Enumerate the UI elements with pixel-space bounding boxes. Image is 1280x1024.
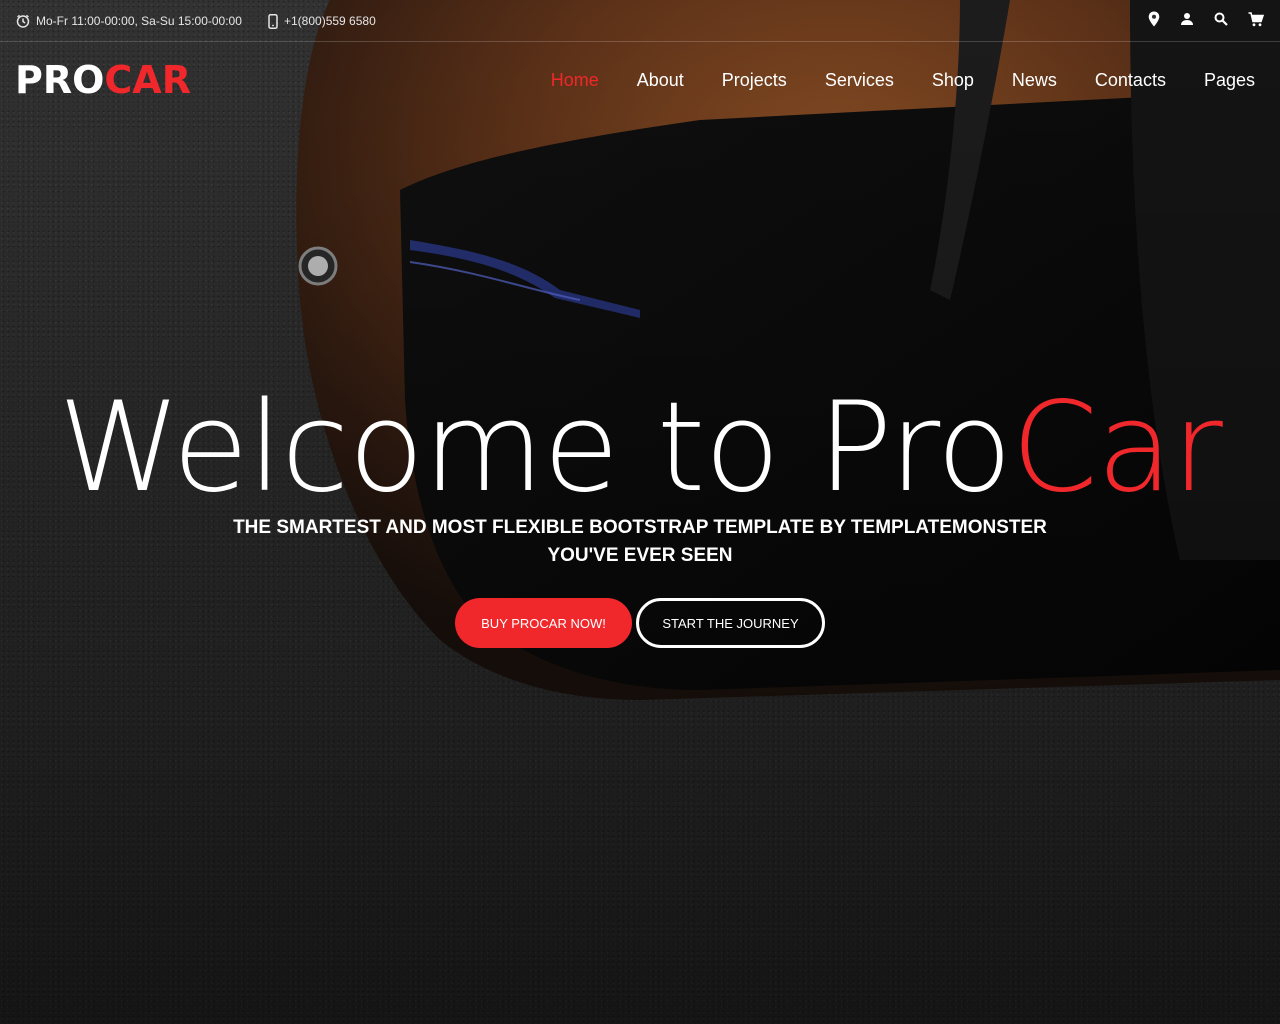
start-journey-button[interactable]: START THE JOURNEY [636, 598, 825, 648]
user-icon[interactable] [1180, 12, 1194, 26]
nav-services[interactable]: Services [825, 68, 894, 92]
main-nav: Home About Projects Services Shop News C… [513, 68, 1255, 92]
phone-number[interactable]: +1(800)559 6580 [268, 12, 376, 30]
nav-home[interactable]: Home [551, 68, 599, 92]
nav-shop[interactable]: Shop [932, 68, 974, 92]
location-pin-icon[interactable] [1148, 11, 1160, 27]
buy-procar-button[interactable]: BUY PROCAR NOW! [455, 598, 632, 648]
logo-text-pro: PRO [15, 58, 105, 102]
nav-contacts[interactable]: Contacts [1095, 68, 1166, 92]
search-icon[interactable] [1214, 12, 1228, 26]
clock-icon [16, 14, 30, 28]
page: Mo-Fr 11:00-00:00, Sa-Su 15:00-00:00 +1(… [0, 0, 1280, 1024]
hero-title-main: Welcome to Pro [58, 376, 1012, 520]
cart-icon[interactable] [1248, 11, 1264, 27]
hero-title: Welcome to ProCar [0, 378, 1280, 518]
hero-title-accent: Car [1011, 376, 1223, 520]
site-logo[interactable]: PROCAR [15, 58, 191, 102]
top-bar: Mo-Fr 11:00-00:00, Sa-Su 15:00-00:00 +1(… [0, 0, 1280, 42]
hero-subtitle: THE SMARTEST AND MOST FLEXIBLE BOOTSTRAP… [0, 514, 1280, 570]
nav-projects[interactable]: Projects [722, 68, 787, 92]
top-bar-actions [1148, 11, 1264, 27]
nav-news[interactable]: News [1012, 68, 1057, 92]
phone-number-text[interactable]: +1(800)559 6580 [284, 14, 376, 28]
nav-pages[interactable]: Pages [1204, 68, 1255, 92]
hero-subtitle-line-1: THE SMARTEST AND MOST FLEXIBLE BOOTSTRAP… [233, 517, 1047, 538]
opening-hours-text: Mo-Fr 11:00-00:00, Sa-Su 15:00-00:00 [36, 14, 242, 28]
nav-about[interactable]: About [637, 68, 684, 92]
hero-subtitle-line-2: YOU'VE EVER SEEN [547, 545, 733, 566]
logo-text-car: CAR [104, 58, 191, 102]
opening-hours: Mo-Fr 11:00-00:00, Sa-Su 15:00-00:00 [16, 12, 242, 30]
phone-icon [268, 13, 278, 29]
